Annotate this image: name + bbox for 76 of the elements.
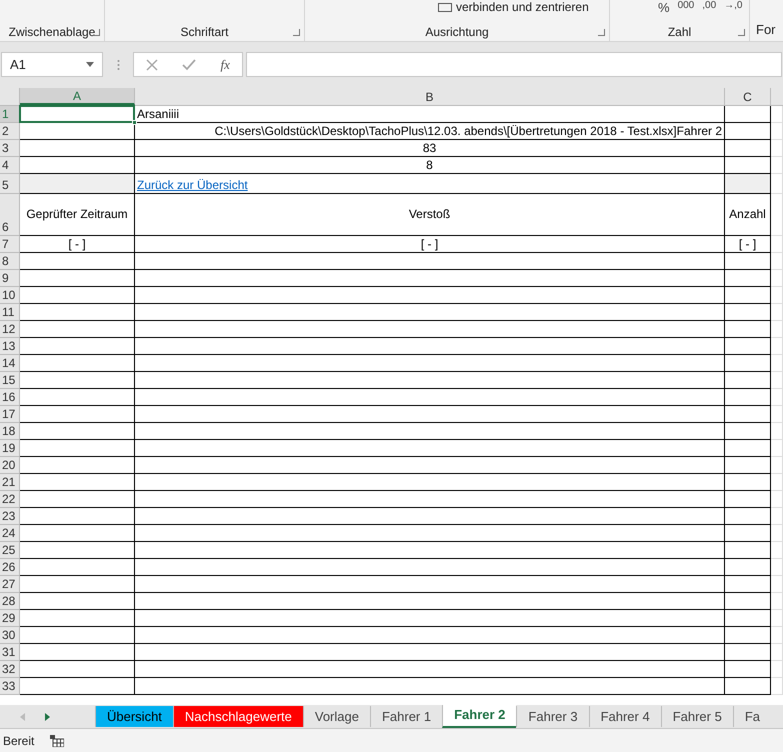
table-cell: 8 — [135, 157, 725, 174]
row-header[interactable]: 4 — [0, 157, 20, 174]
group-label: Schriftart — [180, 24, 228, 41]
group-label: Ausrichtung — [425, 24, 489, 41]
sheet-tab[interactable]: Fahrer 4 — [588, 706, 661, 727]
sheet-tab[interactable]: Fahrer 5 — [660, 706, 733, 727]
row-header[interactable]: 5 — [0, 174, 20, 194]
row-header[interactable]: 7 — [0, 236, 20, 253]
row-header[interactable]: 8 — [0, 253, 20, 270]
row-header[interactable]: 22 — [0, 491, 20, 508]
merge-center-button[interactable]: verbinden und zentrieren — [438, 1, 589, 13]
number-format-button[interactable]: 000 — [678, 1, 694, 11]
table-cell: Verstoß — [135, 194, 725, 236]
table-cell: Anzahl — [725, 194, 771, 236]
formula-input[interactable] — [246, 52, 782, 77]
table-cell: [ - ] — [135, 236, 725, 253]
ribbon-label: For — [756, 21, 776, 36]
hyperlink[interactable]: Zurück zur Übersicht — [137, 178, 248, 193]
checkmark-icon[interactable] — [182, 58, 196, 70]
column-header[interactable]: B — [135, 88, 725, 105]
table-cell: C:\Users\Goldstück\Desktop\TachoPlus\12.03. abends\[Übertretungen 2018 - Test.xlsx]Fahrer 2 — [135, 123, 725, 140]
row-header[interactable]: 19 — [0, 440, 20, 457]
name-box[interactable]: A1 — [1, 52, 103, 77]
group-label: Zahl — [668, 24, 692, 41]
row-header[interactable]: 16 — [0, 389, 20, 406]
sheet-tab[interactable]: Fahrer 3 — [516, 706, 589, 727]
table-cell: 83 — [135, 140, 725, 157]
sheet-tab[interactable]: Fa — [732, 706, 772, 727]
number-format-button[interactable]: →,0 — [724, 1, 742, 11]
cancel-icon[interactable] — [146, 58, 158, 70]
row-header[interactable]: 28 — [0, 593, 20, 610]
row-header[interactable]: 1 — [0, 106, 20, 123]
number-format-button[interactable]: % — [658, 1, 670, 14]
caret-icon[interactable] — [86, 62, 94, 67]
row-header[interactable]: 3 — [0, 140, 20, 157]
row-header[interactable]: 14 — [0, 355, 20, 372]
row-header[interactable]: 31 — [0, 644, 20, 661]
table-cell: [ - ] — [20, 236, 135, 253]
row-header[interactable]: 30 — [0, 627, 20, 644]
row-header[interactable]: 15 — [0, 372, 20, 389]
column-header[interactable]: A — [20, 88, 135, 105]
sheet-tab[interactable]: Übersicht — [95, 706, 173, 727]
table-cell: Arsaniiii — [135, 106, 725, 123]
sheet-tab[interactable]: Fahrer 2 — [442, 704, 516, 728]
row-header[interactable]: 13 — [0, 338, 20, 355]
row-header[interactable]: 32 — [0, 661, 20, 678]
row-header[interactable]: 6 — [0, 194, 20, 236]
sheet-tab[interactable]: Vorlage — [302, 706, 370, 727]
row-header[interactable]: 20 — [0, 457, 20, 474]
dialog-launcher-icon[interactable] — [93, 28, 100, 36]
row-header[interactable]: 33 — [0, 678, 20, 695]
table-cell: Geprüfter Zeitraum — [20, 194, 135, 236]
row-header[interactable]: 27 — [0, 576, 20, 593]
row-header[interactable]: 17 — [0, 406, 20, 423]
row-header[interactable]: 18 — [0, 423, 20, 440]
row-header[interactable]: 21 — [0, 474, 20, 491]
scroll-right-icon[interactable] — [45, 712, 50, 720]
row-header[interactable]: 23 — [0, 508, 20, 525]
row-header[interactable]: 12 — [0, 321, 20, 338]
row-header[interactable]: 11 — [0, 304, 20, 321]
spreadsheet-icon[interactable] — [50, 734, 64, 746]
row-header[interactable]: 25 — [0, 542, 20, 559]
status-text: Bereit — [3, 732, 34, 750]
row-header[interactable]: 29 — [0, 610, 20, 627]
row-header[interactable]: 26 — [0, 559, 20, 576]
table-cell: [ - ] — [725, 236, 771, 253]
row-header[interactable]: 10 — [0, 287, 20, 304]
insert-function-button[interactable]: fx — [220, 54, 230, 74]
group-label: Zwischenablage — [8, 24, 96, 41]
column-header[interactable]: C — [725, 88, 771, 105]
fill-handle[interactable] — [132, 120, 137, 125]
sheet-tab[interactable]: Nachschlagewerte — [172, 706, 303, 727]
row-header[interactable]: 2 — [0, 123, 20, 140]
row-header[interactable]: 24 — [0, 525, 20, 542]
row-header[interactable]: 9 — [0, 270, 20, 287]
number-format-button[interactable]: ,00 — [702, 1, 716, 11]
